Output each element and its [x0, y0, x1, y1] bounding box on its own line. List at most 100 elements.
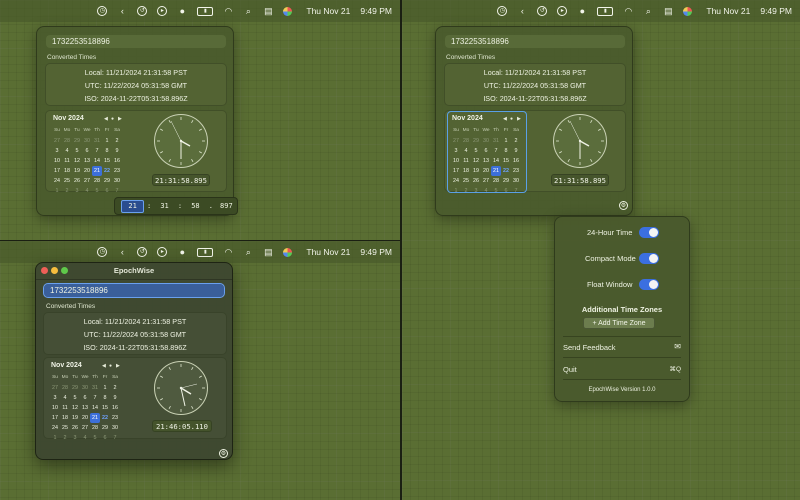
calendar-day[interactable]: 25: [461, 176, 471, 186]
calendar-day[interactable]: 27: [481, 176, 491, 186]
calendar-day[interactable]: 7: [511, 186, 521, 196]
calendar-day[interactable]: 2: [112, 136, 122, 146]
calendar[interactable]: Nov 2024 ◀ ● ▶ Su Mo Tu We Th Fr Sa 27 28 29 30 31 1 2 3 4 5…: [49, 112, 127, 194]
calendar-day[interactable]: 28: [60, 383, 70, 393]
calendar-day[interactable]: 8: [102, 146, 112, 156]
calendar-day[interactable]: 19: [70, 413, 80, 423]
calendar-day[interactable]: 13: [481, 156, 491, 166]
calendar-day[interactable]: 4: [60, 393, 70, 403]
calendar-day[interactable]: 15: [100, 403, 110, 413]
calendar-day[interactable]: 29: [471, 136, 481, 146]
calendar-today-icon[interactable]: ●: [111, 116, 114, 122]
calendar-day[interactable]: 31: [92, 136, 102, 146]
calendar-day[interactable]: 30: [112, 176, 122, 186]
calendar-day[interactable]: 27: [50, 383, 60, 393]
calendar-day[interactable]: 27: [451, 136, 461, 146]
calendar-day[interactable]: 2: [60, 433, 70, 443]
menubar-time[interactable]: 9:49 PM: [360, 6, 392, 16]
calendar-day[interactable]: 14: [92, 156, 102, 166]
calendar-day[interactable]: 30: [511, 176, 521, 186]
calendar-day[interactable]: 6: [501, 186, 511, 196]
calendar-day[interactable]: 4: [461, 146, 471, 156]
control-center-icon[interactable]: ▤: [663, 6, 673, 16]
calendar-day[interactable]: 12: [72, 156, 82, 166]
calendar-day[interactable]: 22: [501, 166, 511, 176]
calendar-day[interactable]: 3: [72, 186, 82, 196]
calendar-day[interactable]: 10: [52, 156, 62, 166]
calendar-day[interactable]: 22: [102, 166, 112, 176]
calendar-day[interactable]: 13: [82, 156, 92, 166]
calendar-day[interactable]: 16: [110, 403, 120, 413]
calendar-day[interactable]: 1: [50, 433, 60, 443]
calendar-day[interactable]: 30: [110, 423, 120, 433]
calendar-day[interactable]: 16: [511, 156, 521, 166]
calendar-day[interactable]: 20: [481, 166, 491, 176]
siri-icon[interactable]: [683, 6, 693, 16]
calendar-day[interactable]: 26: [72, 176, 82, 186]
calendar-day[interactable]: 7: [90, 393, 100, 403]
settings-gear-icon[interactable]: ⚙: [219, 449, 228, 458]
calendar-day[interactable]: 18: [461, 166, 471, 176]
compact-toggle[interactable]: [639, 253, 659, 264]
calendar-day[interactable]: 21: [92, 166, 102, 176]
calendar-day[interactable]: 4: [481, 186, 491, 196]
search-icon[interactable]: ⌕: [243, 6, 253, 16]
wifi-icon[interactable]: ◠: [223, 247, 233, 257]
calendar-day[interactable]: 3: [70, 433, 80, 443]
epoch-input[interactable]: 1732253518896: [46, 35, 226, 48]
quit-item[interactable]: Quit: [563, 365, 577, 374]
millis-field[interactable]: 897: [216, 202, 237, 210]
calendar-day[interactable]: 29: [70, 383, 80, 393]
calendar-day[interactable]: 7: [110, 433, 120, 443]
calendar-day[interactable]: 2: [511, 136, 521, 146]
calendar-day[interactable]: 1: [102, 136, 112, 146]
time-display[interactable]: 21:31:58.895: [152, 174, 210, 186]
calendar-day[interactable]: 1: [100, 383, 110, 393]
calendar-today-icon[interactable]: ●: [109, 363, 112, 369]
calendar-day[interactable]: 13: [80, 403, 90, 413]
calendar-day[interactable]: 11: [62, 156, 72, 166]
calendar-day[interactable]: 8: [501, 146, 511, 156]
calendar-day[interactable]: 15: [102, 156, 112, 166]
calendar-day[interactable]: 10: [451, 156, 461, 166]
calendar[interactable]: Nov 2024 ◀ ● ▶ Su Mo Tu We Th Fr Sa 27 28 29 30 31 1 2 3 4 5…: [47, 359, 125, 441]
menubar-time[interactable]: 9:49 PM: [760, 6, 792, 16]
calendar-day[interactable]: 2: [62, 186, 72, 196]
calendar-day[interactable]: 28: [92, 176, 102, 186]
calendar-day[interactable]: 7: [92, 146, 102, 156]
menubar-date[interactable]: Thu Nov 21: [306, 247, 350, 257]
calendar-day[interactable]: 9: [110, 393, 120, 403]
battery-icon[interactable]: ▮: [197, 6, 214, 16]
siri-icon[interactable]: [283, 6, 293, 16]
calendar-day[interactable]: 3: [451, 146, 461, 156]
play-icon[interactable]: ▸: [157, 6, 168, 16]
send-feedback-item[interactable]: Send Feedback: [563, 343, 616, 352]
calendar-day[interactable]: 28: [62, 136, 72, 146]
time-display[interactable]: 21:46:05.110: [152, 420, 212, 432]
hour24-toggle[interactable]: [639, 227, 659, 238]
back-icon[interactable]: ‹: [117, 247, 127, 257]
epochwise-menu-icon[interactable]: ◷: [497, 6, 508, 16]
calendar-day[interactable]: 14: [491, 156, 501, 166]
calendar-next-icon[interactable]: ▶: [517, 116, 521, 122]
calendar-day[interactable]: 18: [60, 413, 70, 423]
history-icon[interactable]: ↺: [137, 6, 148, 16]
calendar-day[interactable]: 31: [491, 136, 501, 146]
calendar-day[interactable]: 23: [112, 166, 122, 176]
calendar-day[interactable]: 29: [100, 423, 110, 433]
calendar-day[interactable]: 1: [52, 186, 62, 196]
calendar-day[interactable]: 3: [471, 186, 481, 196]
epoch-input[interactable]: 1732253518896: [43, 283, 225, 298]
calendar-day[interactable]: 20: [80, 413, 90, 423]
calendar-day[interactable]: 5: [90, 433, 100, 443]
menubar-date[interactable]: Thu Nov 21: [706, 6, 750, 16]
calendar-day[interactable]: 23: [511, 166, 521, 176]
epoch-input[interactable]: 1732253518896: [445, 35, 625, 48]
calendar-day[interactable]: 31: [90, 383, 100, 393]
calendar-day[interactable]: 10: [50, 403, 60, 413]
calendar-day[interactable]: 28: [491, 176, 501, 186]
search-icon[interactable]: ⌕: [243, 247, 253, 257]
calendar-day[interactable]: 11: [461, 156, 471, 166]
calendar[interactable]: Nov 2024 ◀ ● ▶ Su Mo Tu We Th Fr Sa 27 28 29 30 31 1 2 3 4 5…: [447, 111, 527, 194]
back-icon[interactable]: ‹: [517, 6, 527, 16]
